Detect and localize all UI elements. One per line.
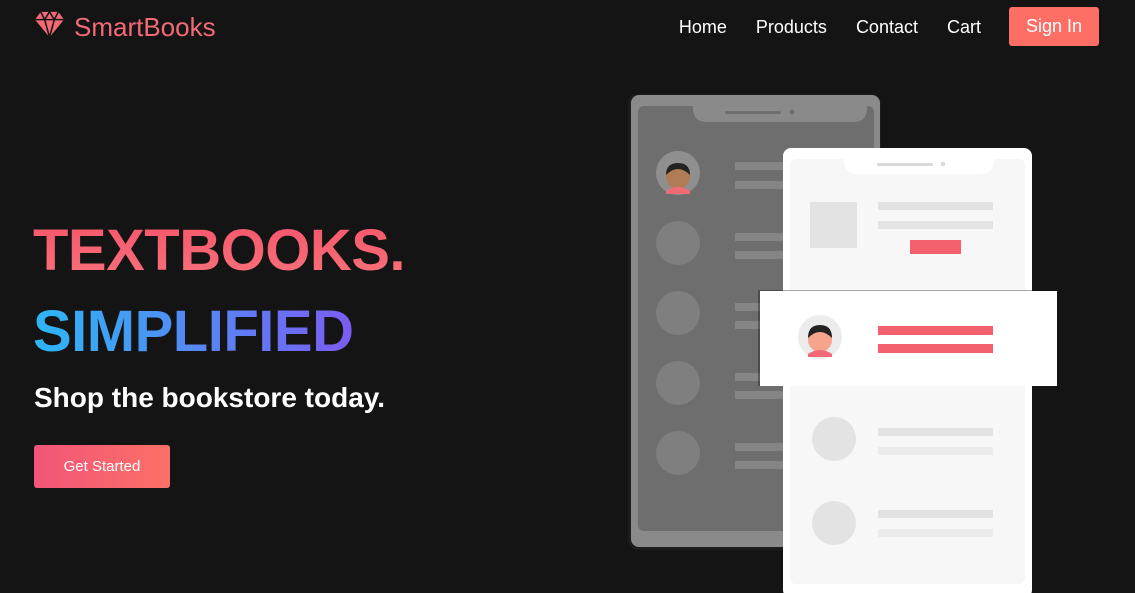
hero-title: TEXTBOOKS. [33, 218, 406, 283]
nav-links: Home Products Contact Cart Sign In [650, 7, 1099, 46]
brand-name: SmartBooks [74, 11, 216, 42]
nav-link-products[interactable]: Products [756, 8, 827, 46]
nav-link-cart[interactable]: Cart [947, 8, 981, 46]
brand-logo-link[interactable]: SmartBooks [33, 8, 216, 46]
nav-link-home[interactable]: Home [679, 8, 727, 46]
nav-link-contact[interactable]: Contact [856, 8, 918, 46]
hero-subtitle: SIMPLIFIED [33, 299, 354, 364]
navbar: SmartBooks Home Products Contact Cart Si… [0, 0, 1135, 54]
sign-in-button[interactable]: Sign In [1009, 7, 1099, 46]
hero-tagline: Shop the bookstore today. [34, 382, 386, 413]
phone-list-illustration [600, 80, 1080, 593]
diamond-icon [33, 8, 66, 46]
get-started-button[interactable]: Get Started [34, 445, 170, 488]
